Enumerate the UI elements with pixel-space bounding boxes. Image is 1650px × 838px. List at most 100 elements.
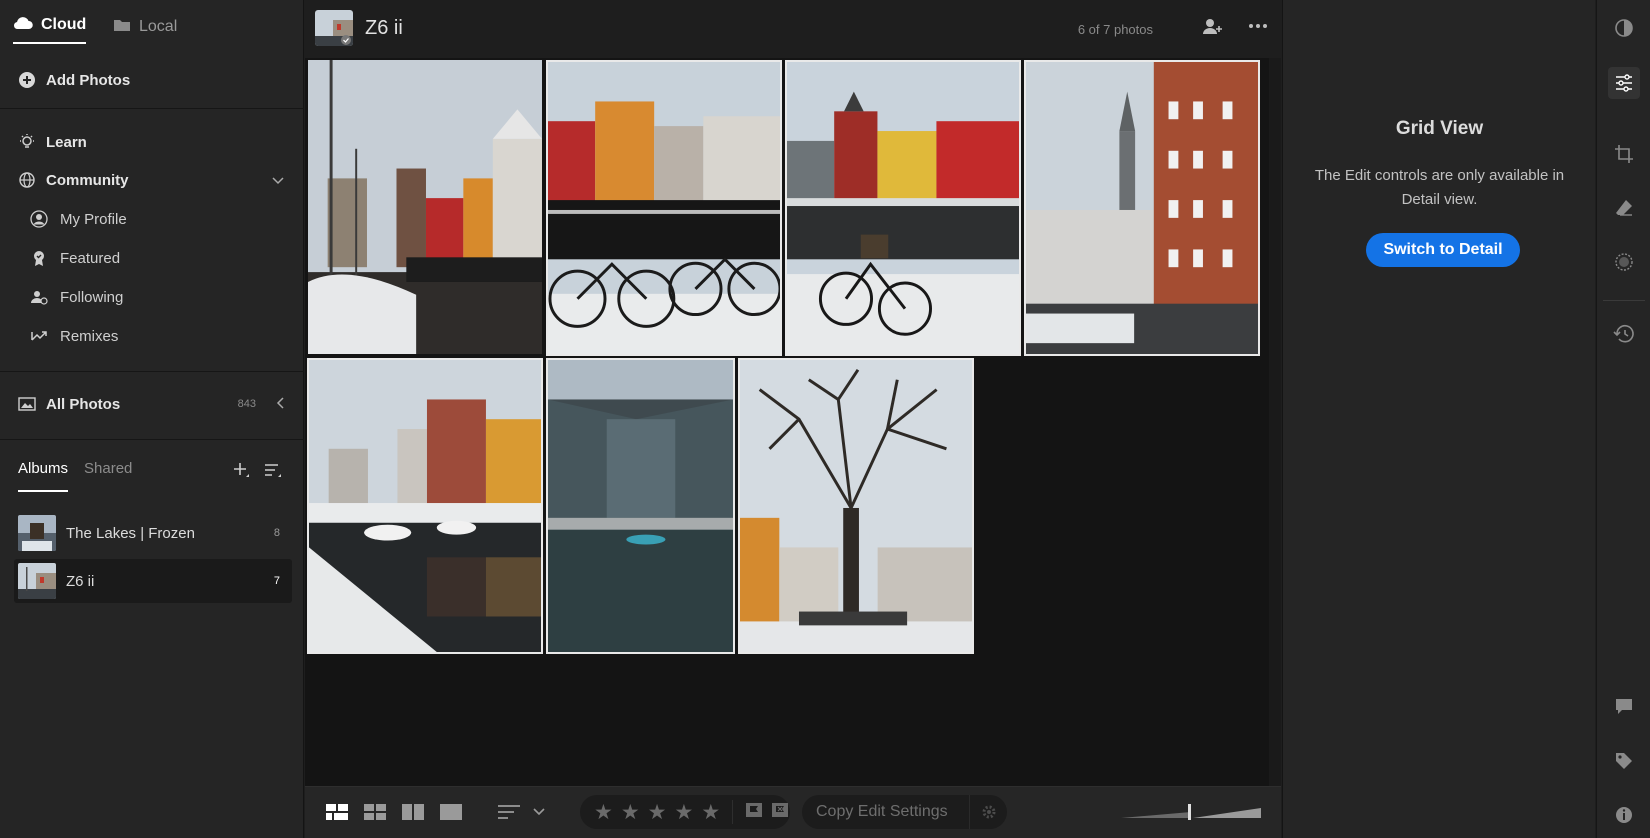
following-icon bbox=[30, 288, 48, 306]
album-title: Z6 ii bbox=[365, 17, 403, 39]
star-icon[interactable]: ★ bbox=[648, 800, 667, 825]
divider bbox=[732, 800, 734, 824]
tab-albums[interactable]: Albums bbox=[18, 460, 69, 492]
grid-scrollbar[interactable] bbox=[1269, 58, 1281, 786]
detail-view-icon[interactable] bbox=[439, 801, 463, 823]
more-options-icon[interactable] bbox=[1247, 16, 1269, 41]
tag-icon[interactable] bbox=[1608, 745, 1640, 777]
star-rating-filter[interactable]: ★ ★ ★ ★ ★ bbox=[580, 795, 790, 829]
tab-local-label: Local bbox=[139, 18, 178, 35]
crop-icon[interactable] bbox=[1608, 138, 1640, 170]
star-icon[interactable]: ★ bbox=[594, 800, 613, 825]
photo-thumbnail[interactable] bbox=[546, 60, 782, 356]
sidebar-item-learn[interactable]: Learn bbox=[0, 125, 304, 159]
photos-icon bbox=[18, 395, 36, 413]
album-label: Z6 ii bbox=[66, 572, 95, 590]
photo-thumbnail[interactable] bbox=[785, 60, 1021, 356]
flag-reject-icon[interactable] bbox=[771, 800, 789, 824]
star-icon[interactable]: ★ bbox=[701, 800, 720, 825]
grid-header: Z6 ii 6 of 7 photos bbox=[305, 0, 1281, 58]
sidebar-item-community[interactable]: Community bbox=[0, 163, 304, 197]
album-tools bbox=[231, 460, 283, 486]
photo-grid-area: Z6 ii 6 of 7 photos ★ ★ ★ ★ ★ Copy Edit … bbox=[305, 0, 1281, 838]
album-tabs: Albums Shared bbox=[18, 460, 132, 492]
tab-cloud[interactable]: Cloud bbox=[13, 12, 87, 44]
badge-icon bbox=[30, 249, 48, 267]
plus-circle-icon bbox=[18, 71, 36, 89]
all-photos-label: All Photos bbox=[46, 395, 121, 413]
sidebar-item-all-photos[interactable]: All Photos 843 bbox=[0, 387, 304, 421]
star-icon[interactable]: ★ bbox=[674, 800, 693, 825]
my-profile-label: My Profile bbox=[60, 210, 127, 228]
tab-shared[interactable]: Shared bbox=[84, 460, 132, 492]
remix-icon bbox=[30, 327, 48, 345]
flag-pick-icon[interactable] bbox=[745, 800, 763, 824]
edit-panel: Grid View The Edit controls are only ava… bbox=[1282, 0, 1595, 838]
chevron-down-icon[interactable] bbox=[272, 173, 284, 188]
square-grid-view-icon[interactable] bbox=[363, 801, 387, 823]
copy-edit-settings-button[interactable]: Copy Edit Settings bbox=[802, 795, 1007, 829]
panel-title: Grid View bbox=[1395, 118, 1484, 139]
photo-thumbnail[interactable] bbox=[306, 58, 544, 356]
lightbulb-icon bbox=[18, 133, 36, 151]
star-icon[interactable]: ★ bbox=[621, 800, 640, 825]
photo-thumbnail[interactable] bbox=[738, 358, 974, 654]
sidebar-item-my-profile[interactable]: My Profile bbox=[0, 202, 304, 236]
globe-icon bbox=[18, 171, 36, 189]
masking-icon[interactable] bbox=[1608, 246, 1640, 278]
add-photos-button[interactable]: Add Photos bbox=[0, 63, 304, 97]
album-thumbnail bbox=[18, 563, 56, 599]
divider bbox=[0, 108, 304, 109]
album-cover-thumbnail bbox=[315, 10, 353, 46]
divider bbox=[1603, 300, 1645, 301]
learn-label: Learn bbox=[46, 133, 87, 151]
chevron-down-icon[interactable] bbox=[527, 801, 551, 823]
divider bbox=[0, 439, 304, 440]
person-icon bbox=[30, 210, 48, 228]
divider bbox=[0, 371, 304, 372]
panel-message: The Edit controls are only available in … bbox=[1314, 167, 1565, 208]
left-sidebar: Cloud Local Add Photos Learn Community M… bbox=[0, 0, 304, 838]
edit-sliders-icon[interactable] bbox=[1608, 67, 1640, 99]
sort-order-icon[interactable] bbox=[497, 801, 521, 823]
tool-rail bbox=[1596, 0, 1650, 838]
photo-thumbnail[interactable] bbox=[546, 358, 735, 654]
comments-icon[interactable] bbox=[1608, 690, 1640, 722]
bottom-toolbar: ★ ★ ★ ★ ★ Copy Edit Settings bbox=[305, 786, 1281, 838]
healing-eraser-icon[interactable] bbox=[1608, 192, 1640, 224]
tab-cloud-label: Cloud bbox=[41, 16, 87, 33]
sidebar-item-featured[interactable]: Featured bbox=[0, 241, 304, 275]
photo-grid bbox=[305, 58, 1281, 786]
album-item-selected[interactable]: Z6 ii 7 bbox=[14, 559, 292, 603]
gear-icon[interactable] bbox=[969, 795, 1007, 829]
community-label: Community bbox=[46, 171, 129, 189]
chevron-left-icon[interactable] bbox=[276, 396, 284, 412]
info-icon[interactable] bbox=[1608, 799, 1640, 831]
photo-count: 6 of 7 photos bbox=[1077, 22, 1153, 37]
photo-thumbnail[interactable] bbox=[1024, 60, 1260, 356]
album-thumbnail bbox=[18, 515, 56, 551]
following-label: Following bbox=[60, 288, 124, 306]
sidebar-item-following[interactable]: Following bbox=[0, 280, 304, 314]
all-photos-count: 843 bbox=[237, 398, 256, 410]
album-count: 8 bbox=[273, 527, 280, 539]
folder-icon bbox=[113, 18, 131, 37]
photo-grid-view-icon[interactable] bbox=[325, 801, 349, 823]
source-tabs: Cloud Local bbox=[0, 0, 304, 52]
sort-icon[interactable] bbox=[263, 460, 283, 486]
compare-view-icon[interactable] bbox=[401, 801, 425, 823]
photo-thumbnail[interactable] bbox=[307, 358, 543, 654]
presets-icon[interactable] bbox=[1608, 12, 1640, 44]
switch-to-detail-button[interactable]: Switch to Detail bbox=[1366, 233, 1520, 267]
sidebar-item-remixes[interactable]: Remixes bbox=[0, 319, 304, 353]
featured-label: Featured bbox=[60, 249, 121, 267]
remixes-label: Remixes bbox=[60, 327, 119, 345]
album-item[interactable]: The Lakes | Frozen 8 bbox=[14, 511, 292, 555]
add-album-icon[interactable] bbox=[231, 460, 251, 486]
thumbnail-size-slider[interactable] bbox=[1121, 803, 1261, 826]
share-people-icon[interactable] bbox=[1201, 16, 1223, 41]
history-icon[interactable] bbox=[1608, 318, 1640, 350]
cloud-icon bbox=[13, 16, 33, 35]
copy-edit-settings-label: Copy Edit Settings bbox=[816, 803, 948, 820]
tab-local[interactable]: Local bbox=[113, 12, 177, 42]
